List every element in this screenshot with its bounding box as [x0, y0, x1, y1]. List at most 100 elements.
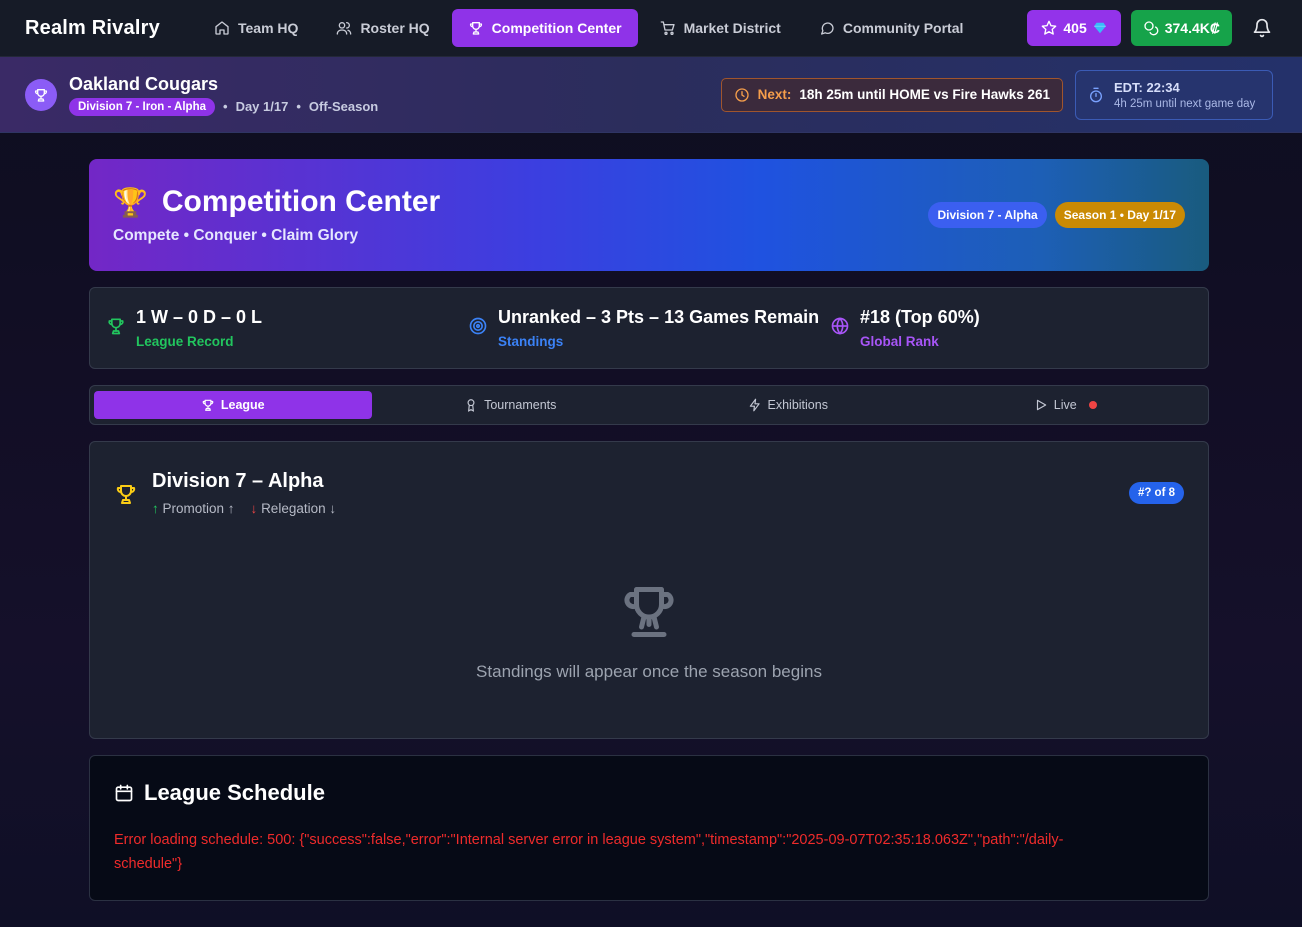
tab-tournaments[interactable]: Tournaments	[372, 391, 650, 419]
season-day: Day 1/17	[235, 99, 289, 114]
nav-label: Team HQ	[238, 20, 299, 36]
hero-badges: Division 7 - Alpha Season 1 • Day 1/17	[928, 202, 1185, 228]
division-zones: ↑ Promotion ↑ ↓ Relegation ↓	[152, 501, 336, 516]
schedule-header: League Schedule	[114, 780, 1184, 806]
calendar-icon	[115, 784, 133, 802]
clock-icon	[734, 87, 749, 102]
relegation-zone: ↓ Relegation ↓	[251, 501, 337, 516]
division-panel: Division 7 – Alpha ↑ Promotion ↑ ↓ Releg…	[89, 441, 1209, 739]
nav-right: 405 374.4K₡	[1027, 10, 1282, 46]
team-logo[interactable]	[25, 78, 57, 111]
credits-value: 374.4K₡	[1164, 20, 1220, 36]
tab-label: Tournaments	[484, 398, 557, 412]
trophy-emoji-icon: 🏆	[113, 186, 148, 218]
server-time-text: EDT: 22:34 4h 25m until next game day	[1114, 80, 1255, 110]
gems-counter[interactable]: 405	[1027, 10, 1121, 46]
next-game-day: 4h 25m until next game day	[1114, 97, 1256, 110]
stat-value: 1 W – 0 D – 0 L	[136, 307, 263, 327]
bell-icon	[1253, 18, 1271, 38]
tab-label: League	[220, 398, 265, 412]
nav-items: Team HQ Roster HQ Competition Center Mar…	[198, 9, 979, 47]
tab-live[interactable]: Live	[927, 391, 1205, 419]
schedule-title: League Schedule	[144, 780, 325, 805]
trophy-icon	[469, 22, 482, 35]
tab-label: Exhibitions	[767, 398, 828, 412]
next-label: Next:	[757, 87, 792, 102]
promotion-label: Promotion ↑	[162, 501, 235, 516]
error-line-1: Error loading schedule: 500: {"success":…	[114, 832, 1064, 848]
division-title: Division 7 – Alpha	[152, 470, 324, 492]
star-icon	[1042, 20, 1057, 35]
play-icon	[1036, 399, 1047, 411]
tab-league[interactable]: League	[94, 391, 372, 419]
hero-subtitle: Compete • Conquer • Claim Glory	[113, 227, 359, 244]
error-line-2: schedule"}	[114, 856, 183, 872]
hero-text: 🏆 Competition Center Compete • Conquer •…	[113, 185, 440, 245]
gems-value: 405	[1063, 20, 1087, 36]
separator-dot: •	[296, 99, 301, 114]
division-rank-pill: #? of 8	[1128, 482, 1184, 504]
nav-label: Market District	[683, 20, 781, 36]
stat-label: Global Rank	[860, 334, 939, 349]
division-pill: Division 7 - Iron - Alpha	[69, 97, 215, 116]
server-time: EDT: 22:34	[1114, 79, 1180, 95]
top-nav: Realm Rivalry Team HQ Roster HQ Competit…	[0, 0, 1302, 57]
team-subinfo: Division 7 - Iron - Alpha • Day 1/17 • O…	[69, 97, 379, 116]
stat-label: Standings	[498, 334, 564, 349]
promotion-zone: ↑ Promotion ↑	[152, 501, 235, 516]
trophy-icon	[202, 399, 214, 411]
users-icon	[337, 22, 352, 35]
tab-exhibitions[interactable]: Exhibitions	[649, 391, 927, 419]
coins-icon	[1144, 21, 1159, 36]
season-phase: Off-Season	[308, 99, 379, 114]
nav-team-hq[interactable]: Team HQ	[198, 9, 314, 47]
globe-icon	[831, 317, 849, 335]
next-game-text: 18h 25m until HOME vs Fire Hawks 261	[799, 87, 1050, 102]
tab-label: Live	[1053, 398, 1077, 412]
cart-icon	[660, 21, 675, 35]
separator-dot: •	[223, 99, 228, 114]
nav-competition-center[interactable]: Competition Center	[451, 9, 638, 47]
nav-label: Community Portal	[842, 20, 964, 36]
standings-empty-state: Standings will appear once the season be…	[90, 582, 1208, 682]
nav-label: Roster HQ	[360, 20, 430, 36]
trophy-icon	[108, 318, 124, 335]
arrow-down-icon: ↓	[250, 501, 258, 516]
relegation-label: Relegation ↓	[261, 501, 337, 516]
credits-counter[interactable]: 374.4K₡	[1130, 10, 1232, 46]
division-badge: Division 7 - Alpha	[928, 202, 1047, 228]
team-name: Oakland Cougars	[69, 73, 219, 94]
brand-logo[interactable]: Realm Rivalry	[25, 17, 198, 40]
competition-tabs: League Tournaments Exhibitions Live	[89, 385, 1209, 425]
target-icon	[469, 317, 487, 335]
nav-market-district[interactable]: Market District	[644, 9, 797, 47]
stat-league-record: 1 W – 0 D – 0 L League Record	[106, 307, 468, 349]
stat-value: #18 (Top 60%)	[860, 307, 980, 327]
stat-value: Unranked – 3 Pts – 13 Games Remain	[498, 307, 820, 327]
division-header: Division 7 – Alpha ↑ Promotion ↑ ↓ Releg…	[114, 470, 1184, 516]
trophy-icon	[624, 587, 674, 637]
main-content: 🏆 Competition Center Compete • Conquer •…	[89, 159, 1209, 901]
stats-bar: 1 W – 0 D – 0 L League Record Unranked –…	[89, 287, 1209, 369]
notifications-button[interactable]	[1242, 10, 1282, 46]
gem-icon	[1093, 22, 1106, 34]
lightning-icon	[749, 398, 760, 412]
team-bar: Oakland Cougars Division 7 - Iron - Alph…	[0, 57, 1302, 133]
trophy-icon	[116, 485, 136, 504]
hero-title-row: 🏆 Competition Center	[113, 185, 440, 219]
teambar-right: Next: 18h 25m until HOME vs Fire Hawks 2…	[720, 69, 1273, 120]
stat-standings: Unranked – 3 Pts – 13 Games Remain Stand…	[468, 307, 830, 349]
live-indicator-dot	[1088, 401, 1097, 409]
arrow-up-icon: ↑	[152, 501, 159, 516]
stat-label: League Record	[136, 334, 234, 349]
home-icon	[215, 21, 229, 35]
nav-roster-hq[interactable]: Roster HQ	[320, 9, 445, 47]
nav-label: Competition Center	[491, 20, 622, 36]
nav-community-portal[interactable]: Community Portal	[803, 9, 980, 47]
page-title: Competition Center	[161, 185, 441, 218]
season-badge: Season 1 • Day 1/17	[1054, 202, 1185, 228]
schedule-error-message: Error loading schedule: 500: {"success":…	[114, 828, 1184, 876]
hero-banner: 🏆 Competition Center Compete • Conquer •…	[89, 159, 1209, 271]
medal-icon	[467, 399, 475, 412]
next-game-banner[interactable]: Next: 18h 25m until HOME vs Fire Hawks 2…	[720, 77, 1063, 112]
